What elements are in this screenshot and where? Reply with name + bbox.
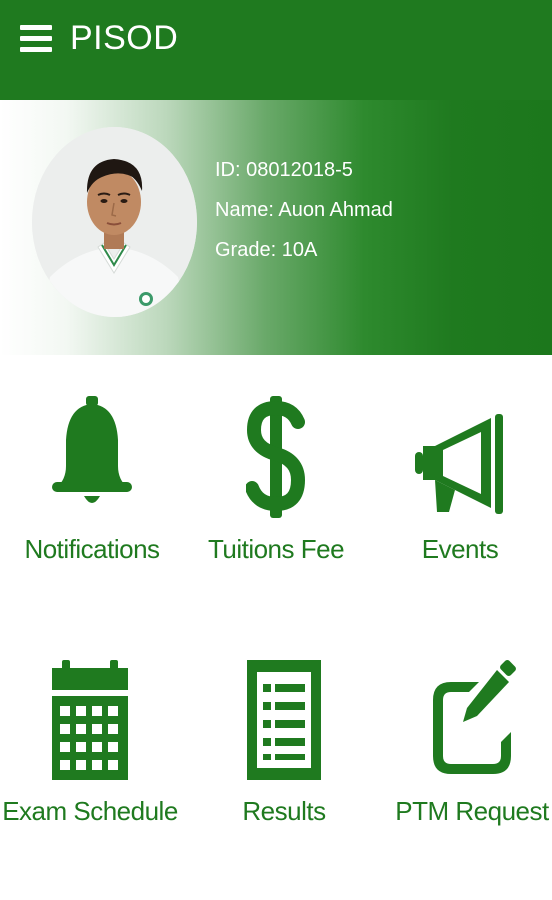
edit-icon xyxy=(422,660,522,780)
student-grade: Grade: 10A xyxy=(215,239,318,261)
tile-results[interactable]: Results xyxy=(192,660,376,870)
tile-label: Results xyxy=(242,796,326,826)
tile-exam-schedule[interactable]: Exam Schedule xyxy=(0,660,182,870)
tile-label: Tuitions Fee xyxy=(207,534,345,564)
megaphone-icon xyxy=(410,398,510,518)
bell-icon xyxy=(42,396,142,518)
tile-label: PTM Request xyxy=(395,796,549,826)
tile-ptm-request[interactable]: PTM Request xyxy=(380,660,552,870)
tile-notifications[interactable]: Notifications xyxy=(0,396,184,608)
profile-info: ID: 08012018-5 Name: Auon Ahmad Grade: 1… xyxy=(215,150,393,270)
tile-tuitions-fee[interactable]: Tuitions Fee xyxy=(184,396,368,608)
app-screen: PISOD ID: 08012018-5 Name: Auon Ahmad Gr… xyxy=(0,0,552,900)
tile-label: Notifications xyxy=(24,534,160,564)
student-id: ID: 08012018-5 xyxy=(215,159,353,181)
app-bar: PISOD xyxy=(0,0,552,100)
app-title: PISOD xyxy=(70,19,179,57)
calendar-icon xyxy=(40,660,140,780)
dollar-icon xyxy=(226,396,326,518)
list-document-icon xyxy=(234,660,334,780)
student-name: Name: Auon Ahmad xyxy=(215,199,393,221)
tile-label: Events xyxy=(421,534,499,564)
tile-events[interactable]: Events xyxy=(368,398,552,608)
hamburger-menu-icon[interactable] xyxy=(20,22,52,54)
student-avatar xyxy=(32,127,197,317)
profile-banner: ID: 08012018-5 Name: Auon Ahmad Grade: 1… xyxy=(0,100,552,355)
tile-label: Exam Schedule xyxy=(2,796,178,826)
